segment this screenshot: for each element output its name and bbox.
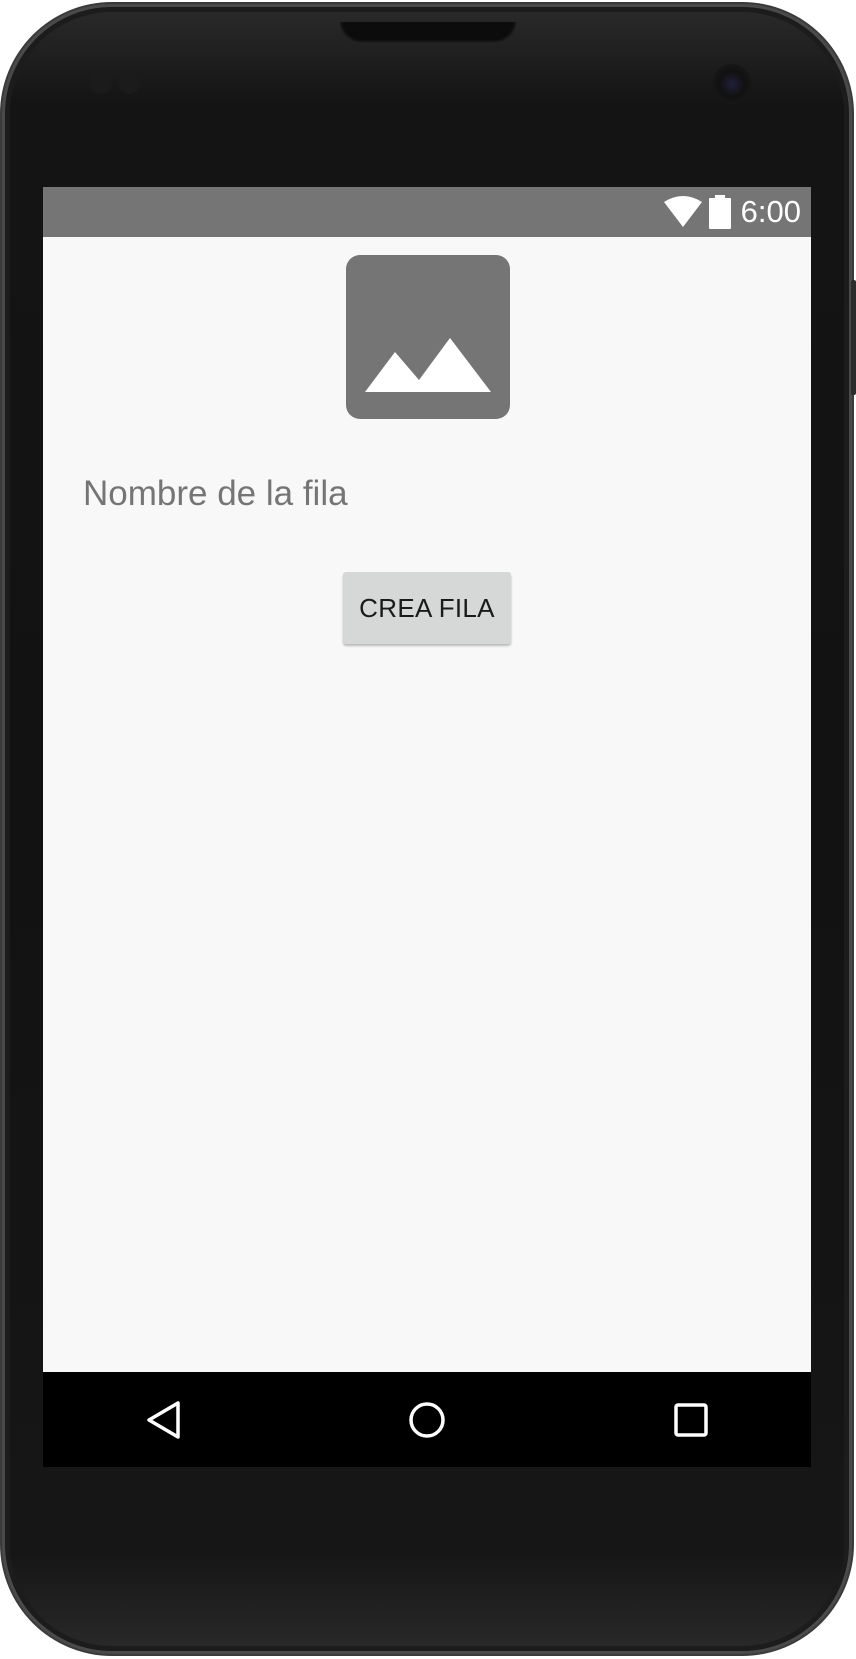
create-row-button[interactable]: CREA FILA bbox=[343, 572, 511, 644]
back-icon bbox=[147, 1400, 180, 1439]
battery-icon bbox=[708, 195, 731, 229]
earpiece-speaker bbox=[340, 22, 516, 44]
power-button bbox=[851, 280, 856, 395]
row-name-label: Nombre de la fila bbox=[83, 474, 348, 513]
home-button[interactable] bbox=[379, 1372, 475, 1467]
home-icon bbox=[409, 1401, 445, 1438]
recents-icon bbox=[674, 1402, 708, 1437]
wifi-icon bbox=[663, 196, 702, 227]
status-bar: 6:00 bbox=[43, 187, 811, 237]
proximity-sensor bbox=[90, 72, 112, 94]
back-button[interactable] bbox=[116, 1372, 212, 1467]
front-camera bbox=[712, 64, 752, 104]
device-screen: 6:00 Nombre de la fila CREA FILA bbox=[43, 187, 811, 1467]
status-icons: 6:00 bbox=[663, 187, 801, 237]
navigation-bar bbox=[43, 1372, 811, 1467]
status-clock: 6:00 bbox=[740, 194, 801, 229]
mountain-icon bbox=[365, 338, 491, 392]
light-sensor bbox=[118, 72, 140, 94]
image-placeholder-icon bbox=[346, 255, 510, 419]
phone-frame: 6:00 Nombre de la fila CREA FILA bbox=[0, 0, 856, 1659]
recents-button[interactable] bbox=[643, 1372, 739, 1467]
